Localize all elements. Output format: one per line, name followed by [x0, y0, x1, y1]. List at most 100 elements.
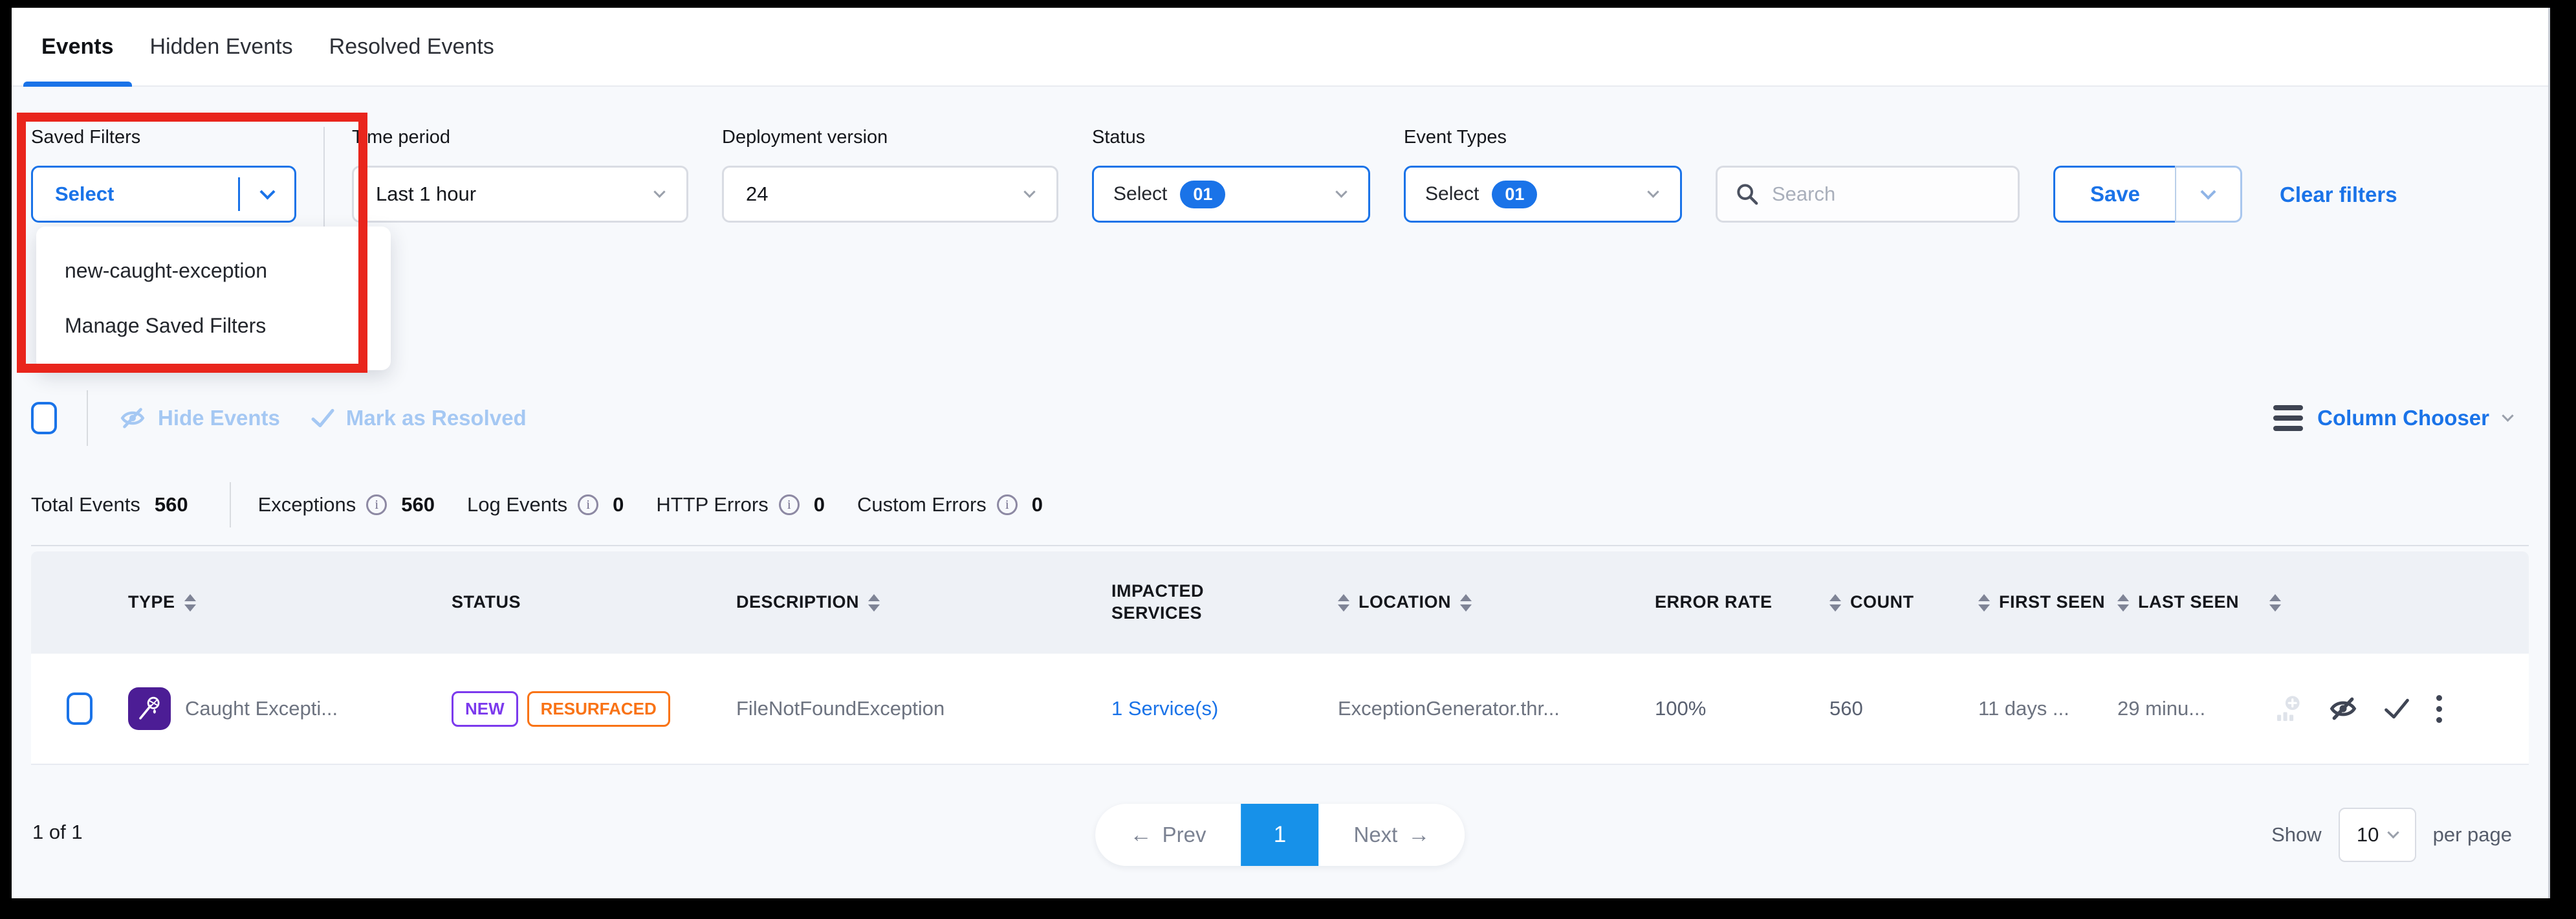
pager: Prev 1 Next — [1095, 804, 1465, 866]
chevron-down-icon — [2502, 410, 2513, 421]
time-period-select[interactable]: Last 1 hour — [352, 166, 688, 223]
kebab-menu-icon[interactable] — [2434, 692, 2445, 725]
clear-filters-link[interactable]: Clear filters — [2280, 183, 2397, 207]
prev-page-button[interactable]: Prev — [1095, 804, 1241, 866]
divider — [31, 545, 2529, 546]
event-types-select[interactable]: Select 01 — [1404, 166, 1682, 223]
table-row[interactable]: Caught Excepti... NEW RESURFACED FileNot… — [31, 654, 2529, 765]
sort-icon[interactable] — [1338, 594, 1349, 612]
column-label: STATUS — [452, 592, 521, 614]
log-events-stat: Log Events 0 — [467, 493, 624, 516]
next-page-button[interactable]: Next — [1319, 804, 1465, 866]
column-header-status[interactable]: STATUS — [452, 592, 736, 614]
tab-resolved-events[interactable]: Resolved Events — [311, 8, 512, 85]
event-type-text: Caught Excepti... — [185, 697, 338, 720]
sort-icon[interactable] — [868, 594, 880, 612]
resolve-event-icon[interactable] — [2382, 694, 2412, 723]
tab-events[interactable]: Events — [23, 8, 132, 85]
info-circle-icon[interactable] — [997, 494, 1018, 515]
events-table-header: TYPE STATUS DESCRIPTION IMPACTED SERVICE… — [31, 551, 2529, 654]
row-checkbox[interactable] — [67, 692, 93, 725]
check-icon — [310, 405, 336, 431]
eye-off-icon — [118, 405, 147, 431]
column-header-type[interactable]: TYPE — [128, 592, 452, 614]
saved-filters-group: Saved Filters Select — [31, 127, 296, 223]
page-summary: 1 of 1 — [32, 821, 83, 844]
search-box[interactable] — [1716, 166, 2020, 223]
log-events-label: Log Events — [467, 493, 567, 516]
column-header-first-seen[interactable]: FIRST SEEN — [1978, 592, 2117, 614]
column-chooser-button[interactable]: Column Chooser — [2273, 405, 2512, 431]
save-dropdown-button[interactable] — [2175, 166, 2242, 223]
sort-icon[interactable] — [1460, 594, 1472, 612]
column-label: DESCRIPTION — [736, 592, 859, 614]
column-header-count[interactable]: COUNT — [1829, 592, 1978, 614]
column-header-description[interactable]: DESCRIPTION — [736, 592, 1111, 614]
log-events-value: 0 — [613, 493, 624, 516]
saved-filters-select[interactable]: Select — [31, 166, 296, 223]
info-circle-icon[interactable] — [366, 494, 387, 515]
sort-icon[interactable] — [1829, 594, 1841, 612]
dropdown-item-saved-filter[interactable]: new-caught-exception — [36, 243, 391, 298]
page-number-button[interactable]: 1 — [1241, 804, 1319, 866]
deployment-version-label: Deployment version — [722, 127, 1058, 154]
column-header-last-seen[interactable]: LAST SEEN — [2117, 592, 2269, 614]
app-window: Events Hidden Events Resolved Events Sav… — [12, 8, 2550, 898]
save-split-button: Save — [2053, 166, 2242, 223]
column-label: TYPE — [128, 592, 175, 614]
dropdown-item-manage-saved-filters[interactable]: Manage Saved Filters — [36, 298, 391, 353]
per-page-label: per page — [2433, 823, 2512, 847]
saved-filters-label: Saved Filters — [31, 127, 296, 154]
search-input[interactable] — [1772, 183, 1985, 206]
column-label: ERROR RATE — [1655, 592, 1784, 614]
event-types-value: Select — [1425, 183, 1479, 205]
column-label: COUNT — [1850, 592, 1914, 614]
column-header-impacted-services[interactable]: IMPACTED SERVICES — [1111, 581, 1338, 625]
event-types-group: Event Types Select 01 — [1404, 127, 1682, 223]
impacted-services-link[interactable]: 1 Service(s) — [1111, 697, 1218, 720]
prev-label: Prev — [1162, 823, 1206, 847]
sort-icon[interactable] — [184, 594, 196, 612]
bulk-actions-bar: Hide Events Mark as Resolved Column Choo… — [31, 388, 2529, 448]
column-chooser-label: Column Chooser — [2317, 406, 2489, 430]
column-header-location[interactable]: LOCATION — [1338, 592, 1655, 614]
time-period-label: Time period — [352, 127, 688, 154]
info-circle-icon[interactable] — [779, 494, 800, 515]
event-types-count-badge: 01 — [1492, 181, 1537, 208]
exceptions-value: 560 — [401, 493, 435, 516]
exceptions-label: Exceptions — [258, 493, 356, 516]
save-group: Save — [2053, 127, 2242, 223]
sort-icon[interactable] — [2269, 594, 2281, 612]
mark-resolved-button[interactable]: Mark as Resolved — [310, 405, 527, 431]
column-label: IMPACTED SERVICES — [1111, 581, 1241, 625]
status-select[interactable]: Select 01 — [1092, 166, 1370, 223]
save-button[interactable]: Save — [2053, 166, 2175, 223]
info-circle-icon[interactable] — [578, 494, 598, 515]
page-size-value: 10 — [2357, 823, 2379, 847]
divider — [230, 482, 231, 527]
sort-icon[interactable] — [1978, 594, 1990, 612]
chevron-down-icon — [2200, 184, 2216, 199]
page-size-select[interactable]: 10 — [2339, 808, 2416, 862]
hide-events-button[interactable]: Hide Events — [118, 405, 280, 431]
select-all-checkbox[interactable] — [31, 402, 57, 434]
event-types-label: Event Types — [1404, 127, 1682, 154]
impacted-services-cell: 1 Service(s) — [1111, 697, 1338, 720]
type-cell: Caught Excepti... — [128, 687, 452, 730]
status-count-badge: 01 — [1180, 181, 1225, 208]
sort-icon[interactable] — [2117, 594, 2129, 612]
http-errors-value: 0 — [814, 493, 825, 516]
column-header-error-rate[interactable]: ERROR RATE — [1655, 592, 1829, 614]
hide-event-icon[interactable] — [2326, 694, 2360, 723]
events-page: Saved Filters Select Time period Last 1 … — [12, 87, 2548, 897]
status-badge-resurfaced: RESURFACED — [527, 691, 670, 727]
divider — [87, 390, 88, 446]
time-period-value: Last 1 hour — [376, 183, 476, 206]
total-events-value: 560 — [155, 493, 188, 516]
chevron-down-icon[interactable] — [240, 192, 294, 197]
deployment-version-select[interactable]: 24 — [722, 166, 1058, 223]
count-cell: 560 — [1829, 697, 1978, 720]
tab-hidden-events[interactable]: Hidden Events — [132, 8, 311, 85]
column-label: FIRST SEEN — [1999, 592, 2105, 614]
custom-errors-label: Custom Errors — [857, 493, 987, 516]
